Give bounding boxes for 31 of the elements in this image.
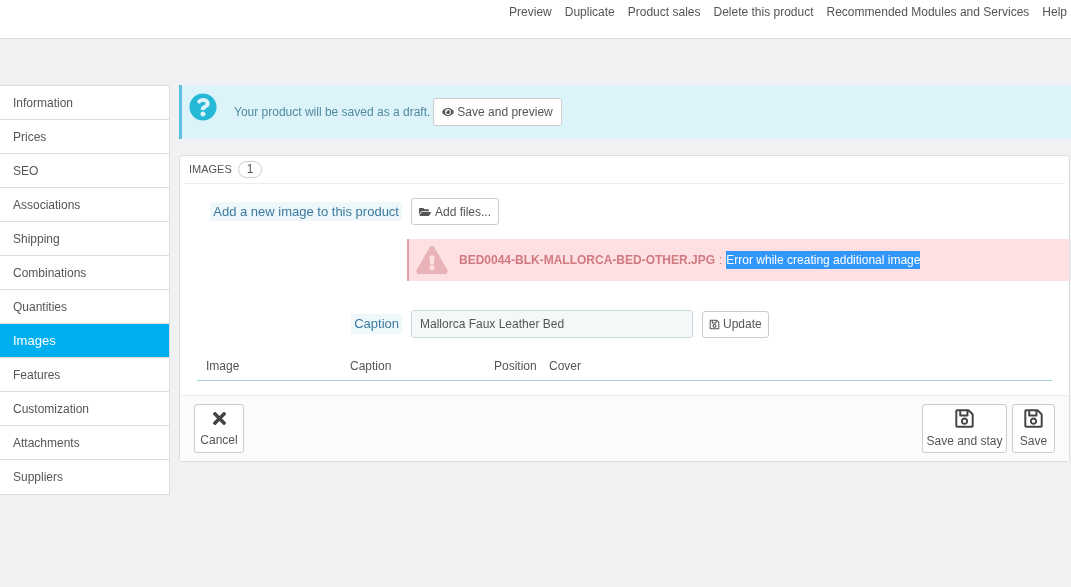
error-file-name: BED0044-BLK-MALLORCA-BED-OTHER.JPG bbox=[459, 252, 715, 269]
save-button[interactable]: Save bbox=[1012, 404, 1055, 453]
alert-text: Your product will be saved as a draft. bbox=[234, 104, 431, 121]
error-message: Error while creating additional image bbox=[726, 251, 921, 269]
toolbar-link[interactable]: Duplicate bbox=[564, 3, 615, 21]
toolbar-link[interactable]: Delete this product bbox=[713, 3, 814, 21]
caption-label: Caption bbox=[351, 314, 402, 334]
cancel-button[interactable]: Cancel bbox=[194, 404, 244, 453]
save-icon bbox=[1023, 407, 1044, 429]
toolbar-link[interactable]: Preview bbox=[509, 3, 552, 21]
column-header: Image bbox=[206, 358, 241, 375]
folder-icon bbox=[419, 205, 431, 218]
column-header: Cover bbox=[549, 358, 582, 375]
save-and-stay-button[interactable]: Save and stay bbox=[922, 404, 1007, 453]
caption-field[interactable]: Mallorca Faux Leather Bed bbox=[411, 310, 693, 338]
column-header: Position bbox=[494, 358, 538, 375]
panel-title: IMAGES bbox=[189, 162, 232, 178]
warning-icon bbox=[416, 246, 448, 274]
eye-icon bbox=[442, 106, 455, 118]
error-separator: : bbox=[719, 252, 723, 269]
save-icon bbox=[954, 407, 975, 429]
toolbar-link[interactable]: Product sales bbox=[627, 3, 701, 21]
toolbar-link[interactable]: Help bbox=[1042, 3, 1067, 21]
column-header: Caption bbox=[350, 358, 393, 375]
toolbar-link[interactable]: Recommended Modules and Services bbox=[826, 3, 1030, 21]
save-icon bbox=[709, 318, 720, 330]
save-and-preview-button[interactable]: Save and preview bbox=[433, 98, 562, 126]
help-icon bbox=[189, 93, 217, 121]
update-button[interactable]: Update bbox=[702, 310, 769, 338]
add-files-button[interactable]: Add files... bbox=[411, 198, 500, 225]
add-image-label: Add a new image to this product bbox=[210, 201, 402, 222]
